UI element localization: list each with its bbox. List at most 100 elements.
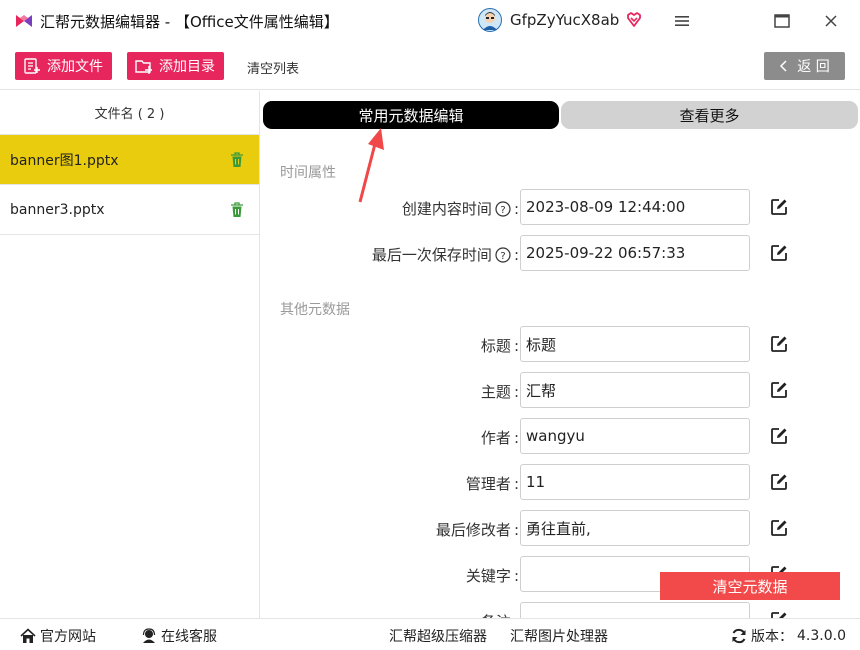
- file-list-item[interactable]: banner图1.pptx: [0, 135, 259, 185]
- metadata-input[interactable]: wangyu: [520, 418, 750, 454]
- field-label-colon: :: [513, 336, 519, 355]
- edit-icon[interactable]: [770, 473, 788, 491]
- field-label-colon: :: [513, 199, 519, 218]
- file-name: banner3.pptx: [10, 201, 105, 218]
- add-folder-icon: [135, 60, 152, 74]
- close-button[interactable]: [818, 8, 844, 34]
- tab-view-more[interactable]: 查看更多: [561, 101, 858, 129]
- edit-icon[interactable]: [770, 519, 788, 537]
- user-name[interactable]: GfpZyYucX8ab: [510, 11, 619, 29]
- back-button[interactable]: 返 回: [764, 52, 845, 80]
- add-directory-label: 添加目录: [159, 59, 215, 75]
- add-file-icon: [24, 58, 40, 74]
- field-label: 备注:: [481, 611, 519, 619]
- online-service-label: 在线客服: [161, 629, 217, 645]
- section-title-other: 其他元数据: [280, 302, 350, 318]
- field-row-created: 创建内容时间 ? : 2023-08-09 12:44:00: [261, 189, 860, 227]
- trash-icon[interactable]: [230, 152, 244, 168]
- official-site-link[interactable]: 官方网站: [20, 626, 96, 646]
- home-icon: [20, 628, 36, 643]
- field-label-text: 主题: [480, 383, 511, 401]
- help-icon[interactable]: ?: [495, 200, 511, 217]
- field-label-colon: :: [513, 474, 519, 493]
- maximize-button[interactable]: [769, 8, 795, 34]
- field-label: 最后修改者:: [436, 519, 519, 540]
- vip-heart-icon[interactable]: [626, 12, 642, 28]
- metadata-input[interactable]: [520, 602, 750, 618]
- official-site-label: 官方网站: [40, 629, 96, 645]
- version-info[interactable]: 版本： 4.3.0.0: [731, 626, 846, 646]
- metadata-input[interactable]: 勇往直前,: [520, 510, 750, 546]
- svg-text:?: ?: [500, 205, 505, 216]
- field-row: 主题: 汇帮: [261, 372, 860, 410]
- add-file-button[interactable]: 添加文件: [15, 52, 112, 80]
- clear-metadata-button[interactable]: 清空元数据: [660, 572, 840, 600]
- status-bar: 官方网站 在线客服 汇帮超级压缩器 汇帮图片处理器 版本： 4.3.0.0: [0, 618, 860, 650]
- refresh-icon: [732, 628, 746, 644]
- section-title-time: 时间属性: [280, 165, 336, 181]
- maximize-icon: [774, 14, 790, 28]
- field-row: 管理者:11: [261, 464, 860, 502]
- field-label-text: 关键字: [465, 567, 511, 585]
- compressor-link[interactable]: 汇帮超级压缩器: [389, 626, 487, 646]
- field-label: 管理者:: [466, 473, 519, 494]
- add-directory-button[interactable]: 添加目录: [127, 52, 224, 80]
- field-label: 创建内容时间 ? :: [402, 198, 519, 219]
- close-icon: [825, 15, 837, 27]
- title-bar: 汇帮元数据编辑器 - 【Office文件属性编辑】 GfpZyYucX8ab: [0, 0, 860, 42]
- last-saved-time-input[interactable]: 2025-09-22 06:57:33: [520, 235, 750, 271]
- toolbar: 添加文件 添加目录 清空列表 返 回: [0, 42, 860, 90]
- menu-icon: [675, 16, 689, 26]
- field-label: 作者:: [481, 427, 519, 448]
- metadata-input[interactable]: 11: [520, 464, 750, 500]
- chevron-left-icon: [780, 60, 787, 72]
- edit-icon[interactable]: [770, 244, 788, 262]
- online-service-link[interactable]: 在线客服: [141, 626, 217, 646]
- tab-common-metadata[interactable]: 常用元数据编辑: [263, 101, 559, 129]
- back-label: 返 回: [797, 59, 830, 75]
- version-number: 4.3.0.0: [797, 628, 846, 644]
- window-title: 汇帮元数据编辑器 - 【Office文件属性编辑】: [40, 13, 339, 31]
- field-label-text: 作者: [480, 429, 511, 447]
- field-label-text: 标题: [480, 337, 511, 355]
- menu-button[interactable]: [669, 8, 695, 34]
- app-logo-icon: [16, 15, 32, 27]
- field-row-last-saved: 最后一次保存时间 ? : 2025-09-22 06:57:33: [261, 235, 860, 273]
- field-label-text: 最后修改者: [435, 521, 511, 539]
- field-label-colon: :: [513, 428, 519, 447]
- svg-text:?: ?: [500, 251, 505, 262]
- field-label-text: 最后一次保存时间: [371, 246, 492, 264]
- user-avatar-icon[interactable]: [478, 8, 502, 32]
- file-list-sidebar: 文件名 ( 2 ) banner图1.pptx banner3.pptx: [0, 91, 260, 618]
- file-name: banner图1.pptx: [10, 152, 119, 169]
- help-icon[interactable]: ?: [495, 246, 511, 263]
- edit-icon[interactable]: [770, 427, 788, 445]
- file-list-header: 文件名 ( 2 ): [0, 91, 259, 135]
- edit-icon[interactable]: [770, 381, 788, 399]
- field-label-text: 备注: [481, 611, 511, 618]
- field-row: 作者: wangyu: [261, 418, 860, 456]
- file-list-item[interactable]: banner3.pptx: [0, 185, 259, 235]
- field-label: 标题:: [481, 335, 519, 356]
- field-label-colon: :: [513, 520, 519, 539]
- edit-icon[interactable]: [770, 198, 788, 216]
- trash-icon[interactable]: [230, 202, 244, 218]
- image-processor-link[interactable]: 汇帮图片处理器: [510, 626, 608, 646]
- field-label-colon: :: [513, 566, 519, 585]
- edit-icon[interactable]: [770, 611, 788, 618]
- clear-list-button[interactable]: 清空列表: [247, 58, 299, 77]
- metadata-input[interactable]: 汇帮: [520, 372, 750, 408]
- created-time-input[interactable]: 2023-08-09 12:44:00: [520, 189, 750, 225]
- field-row: 备注:: [261, 602, 860, 618]
- customer-service-icon: [142, 628, 156, 643]
- metadata-panel: 常用元数据编辑 查看更多 时间属性 创建内容时间 ? : 2023-08-09 …: [261, 91, 860, 618]
- edit-icon[interactable]: [770, 335, 788, 353]
- field-label-colon: :: [513, 382, 519, 401]
- field-label: 关键字:: [466, 565, 519, 586]
- version-label: 版本：: [751, 629, 793, 645]
- field-label: 主题:: [481, 381, 519, 402]
- field-label-text: 管理者: [465, 475, 511, 493]
- add-file-label: 添加文件: [47, 59, 103, 75]
- metadata-input[interactable]: 标题: [520, 326, 750, 362]
- field-row: 标题: 标题: [261, 326, 860, 364]
